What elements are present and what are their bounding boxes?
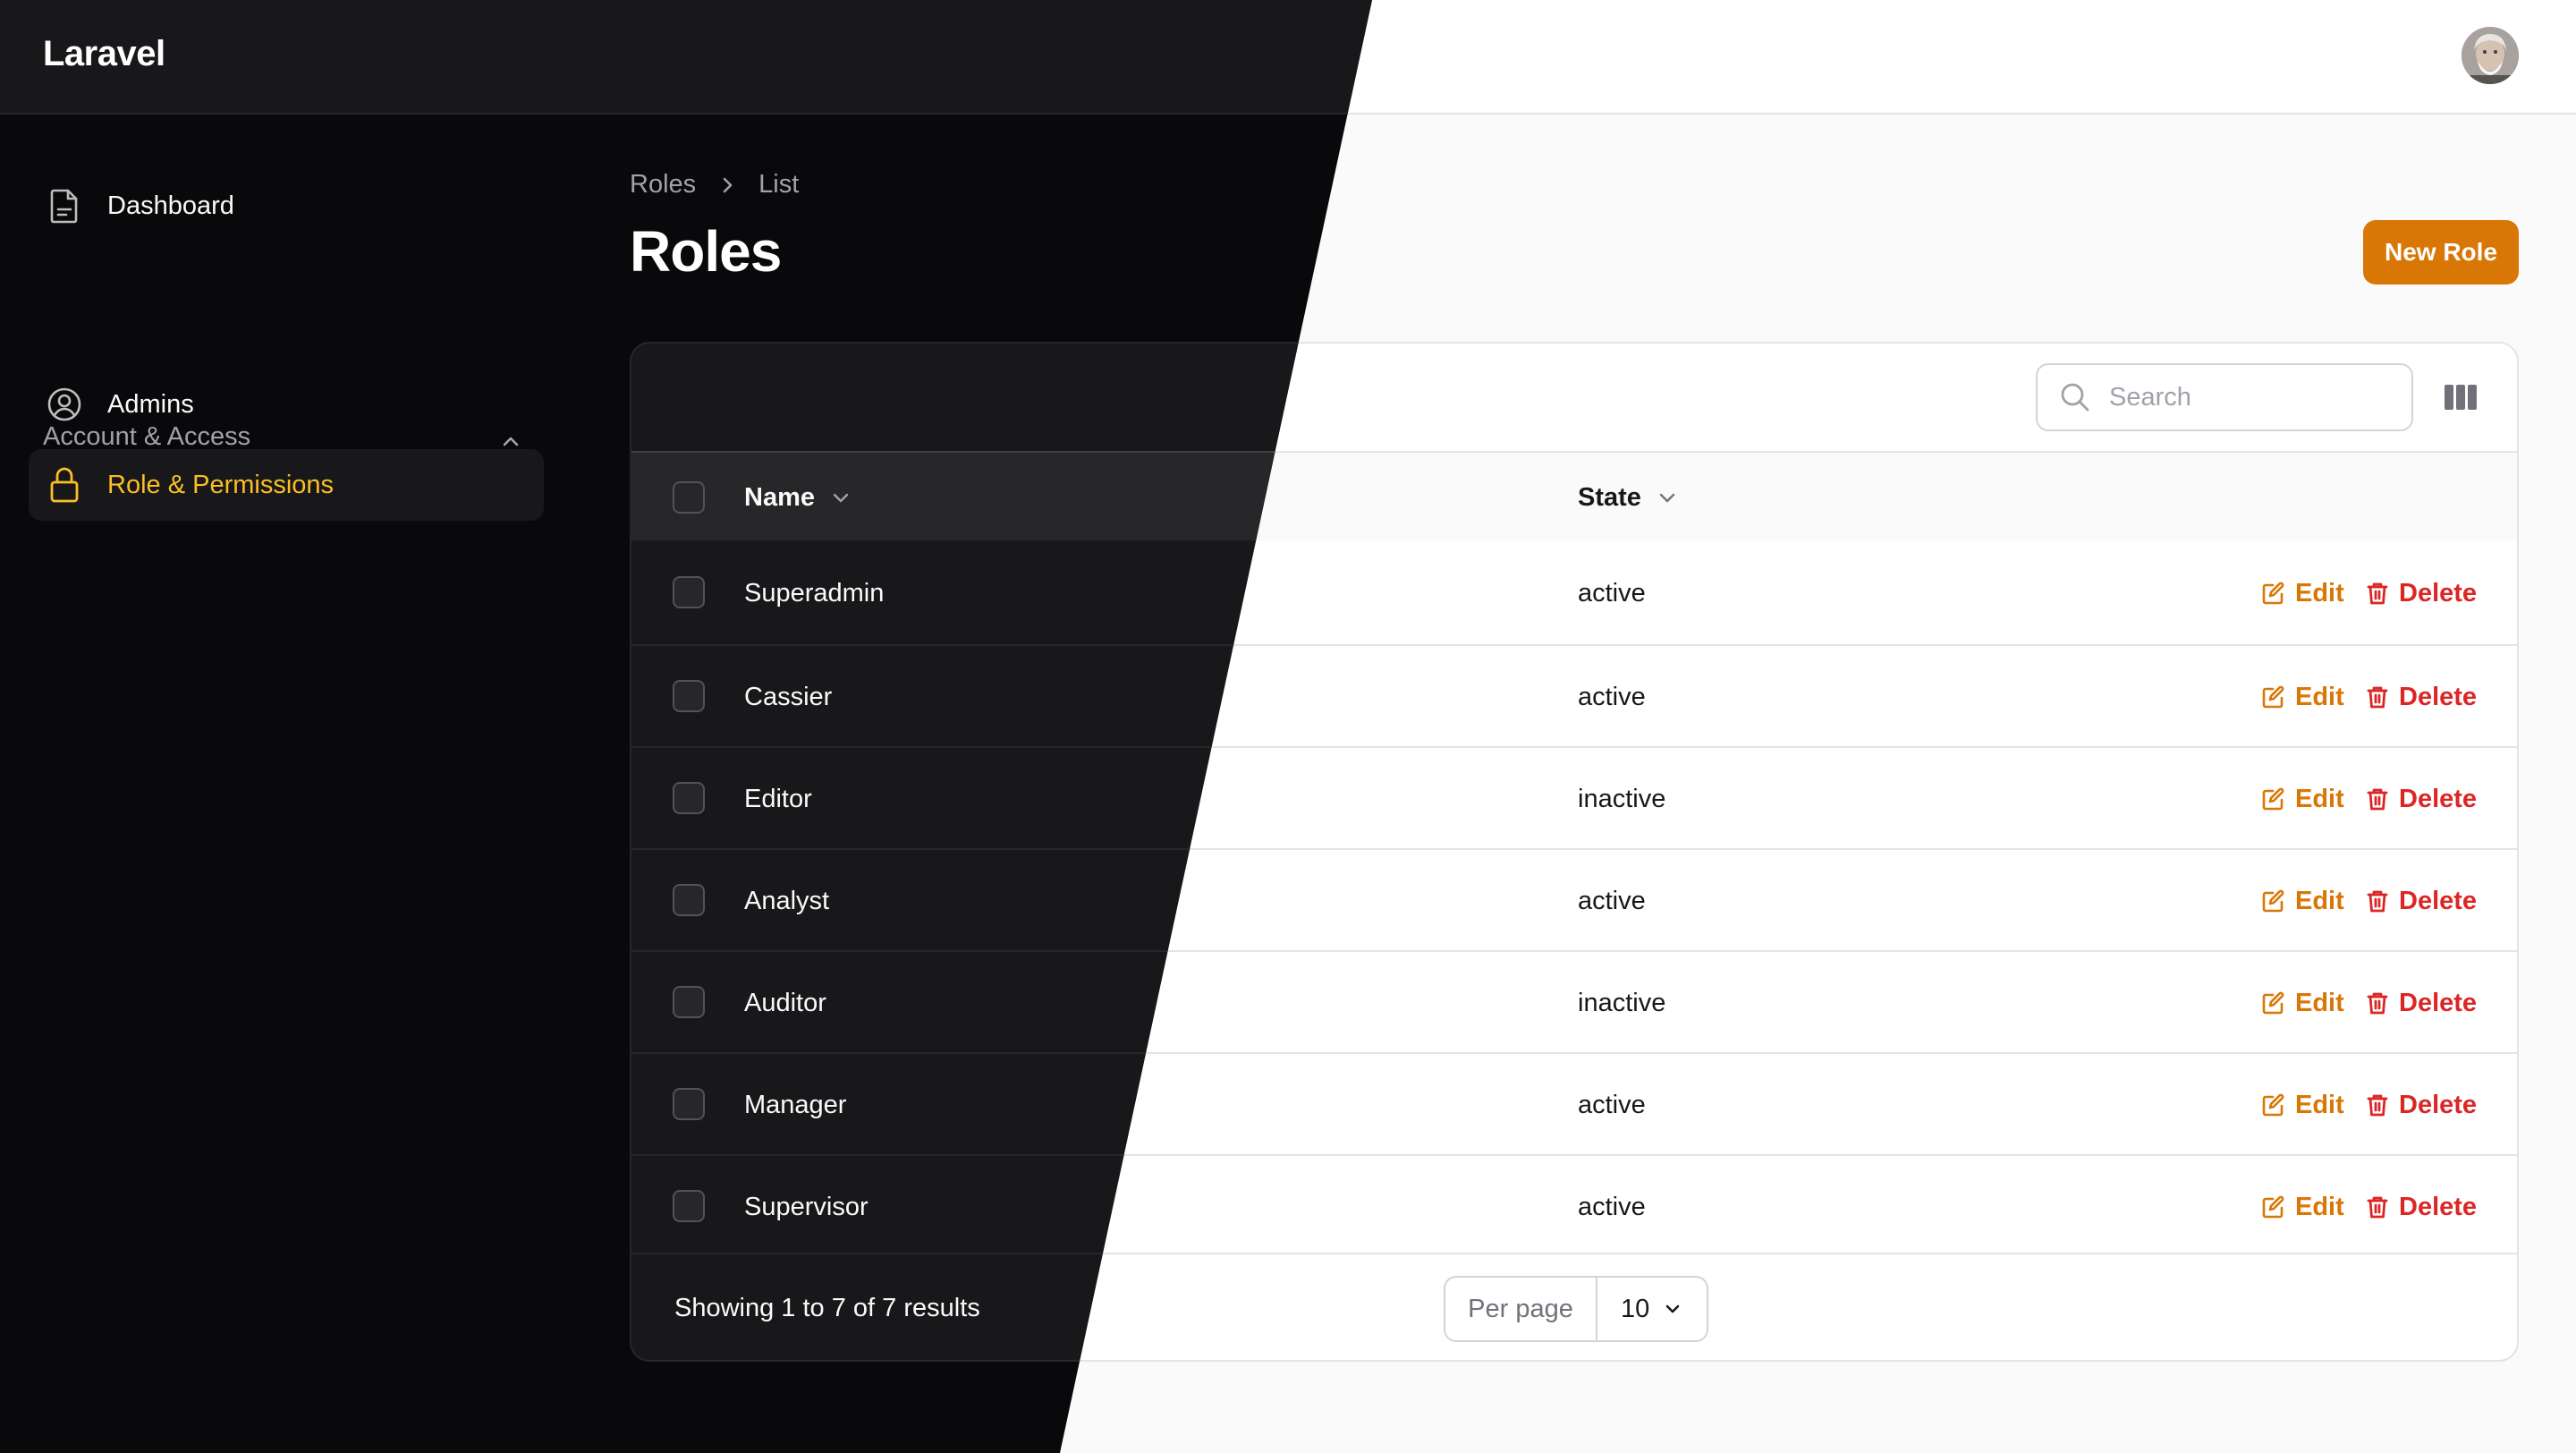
edit-button[interactable]: Edit <box>2261 850 2344 952</box>
trash-icon <box>2367 1094 2388 1117</box>
chevron-down-icon <box>1665 1304 1680 1313</box>
sidebar-item-role-permissions[interactable]: Role & Permissions <box>29 449 544 521</box>
delete-button[interactable]: Delete <box>2365 1054 2477 1156</box>
sidebar-item-label: Admins <box>107 389 194 419</box>
delete-button[interactable]: Delete <box>2365 952 2477 1054</box>
row-checkbox[interactable] <box>673 1190 705 1222</box>
trash-icon <box>2367 582 2388 605</box>
delete-button[interactable]: Delete <box>2365 646 2477 748</box>
edit-button[interactable]: Edit <box>2261 1054 2344 1156</box>
edit-icon <box>2262 787 2284 811</box>
role-state: active <box>1578 1090 1646 1119</box>
user-circle-icon <box>47 387 82 422</box>
row-checkbox[interactable] <box>673 884 705 916</box>
role-name: Auditor <box>744 988 826 1017</box>
role-state: inactive <box>1578 784 1666 813</box>
sidebar-item-dashboard[interactable]: Dashboard <box>29 170 544 242</box>
edit-icon <box>2262 991 2284 1015</box>
trash-icon <box>2367 788 2388 811</box>
delete-button[interactable]: Delete <box>2365 1156 2477 1258</box>
row-checkbox[interactable] <box>673 782 705 814</box>
edit-icon <box>2262 1195 2284 1219</box>
role-name: Analyst <box>744 886 830 915</box>
edit-button[interactable]: Edit <box>2261 748 2344 850</box>
chevron-down-icon <box>833 493 849 503</box>
delete-button[interactable]: Delete <box>2365 748 2477 850</box>
app-logo[interactable]: Laravel <box>43 34 165 74</box>
search-input[interactable]: Search <box>2036 363 2413 431</box>
role-state: inactive <box>1578 988 1666 1017</box>
row-checkbox[interactable] <box>673 576 705 608</box>
row-checkbox[interactable] <box>673 986 705 1018</box>
edit-icon <box>2262 685 2284 709</box>
role-state: active <box>1578 886 1646 915</box>
edit-button[interactable]: Edit <box>2261 1156 2344 1258</box>
role-state: active <box>1578 682 1646 711</box>
role-name: Superadmin <box>744 578 885 608</box>
edit-button[interactable]: Edit <box>2261 952 2344 1054</box>
sidebar-item-label: Dashboard <box>107 191 234 220</box>
edit-icon <box>2262 582 2284 605</box>
column-header-state[interactable]: State <box>1578 453 1679 542</box>
breadcrumb-root[interactable]: Roles <box>630 170 696 200</box>
edit-button[interactable]: Edit <box>2261 646 2344 748</box>
sidebar-item-admins[interactable]: Admins <box>29 369 544 440</box>
select-all-checkbox[interactable] <box>673 481 705 514</box>
edit-button[interactable]: Edit <box>2261 542 2344 644</box>
role-state: active <box>1578 1192 1646 1221</box>
per-page-label: Per page <box>1445 1278 1597 1340</box>
trash-icon <box>2367 992 2388 1015</box>
delete-button[interactable]: Delete <box>2365 542 2477 644</box>
new-role-button[interactable]: New Role <box>2363 220 2519 285</box>
columns-icon[interactable] <box>2444 381 2478 413</box>
edit-icon <box>2262 889 2284 913</box>
sidebar-item-label: Role & Permissions <box>107 470 335 499</box>
edit-icon <box>2262 1093 2284 1117</box>
role-name: Manager <box>744 1090 847 1119</box>
column-header-name[interactable]: Name <box>744 453 852 542</box>
lock-icon <box>47 467 82 503</box>
role-name: Cassier <box>744 682 833 711</box>
per-page-value[interactable]: 10 <box>1597 1278 1707 1340</box>
per-page-select[interactable]: Per page 10 <box>1444 1276 1708 1342</box>
search-icon <box>2061 383 2089 412</box>
role-name: Editor <box>744 784 812 813</box>
document-icon <box>47 188 82 224</box>
row-checkbox[interactable] <box>673 1088 705 1120</box>
breadcrumb-current: List <box>758 170 800 199</box>
role-state: active <box>1578 578 1646 608</box>
page-title: Roles <box>630 219 782 284</box>
trash-icon <box>2367 890 2388 913</box>
chevron-right-icon <box>723 177 733 192</box>
delete-button[interactable]: Delete <box>2365 850 2477 952</box>
breadcrumb: Roles List <box>630 170 799 200</box>
trash-icon <box>2367 1196 2388 1219</box>
pagination-summary: Showing 1 to 7 of 7 results <box>674 1293 980 1322</box>
user-avatar[interactable] <box>2462 27 2519 84</box>
role-name: Supervisor <box>744 1192 869 1221</box>
trash-icon <box>2367 686 2388 709</box>
chevron-down-icon <box>1659 493 1675 503</box>
row-checkbox[interactable] <box>673 680 705 712</box>
sidebar: Dashboard Account & Access Admins <box>0 115 572 1453</box>
search-placeholder: Search <box>2109 382 2191 412</box>
